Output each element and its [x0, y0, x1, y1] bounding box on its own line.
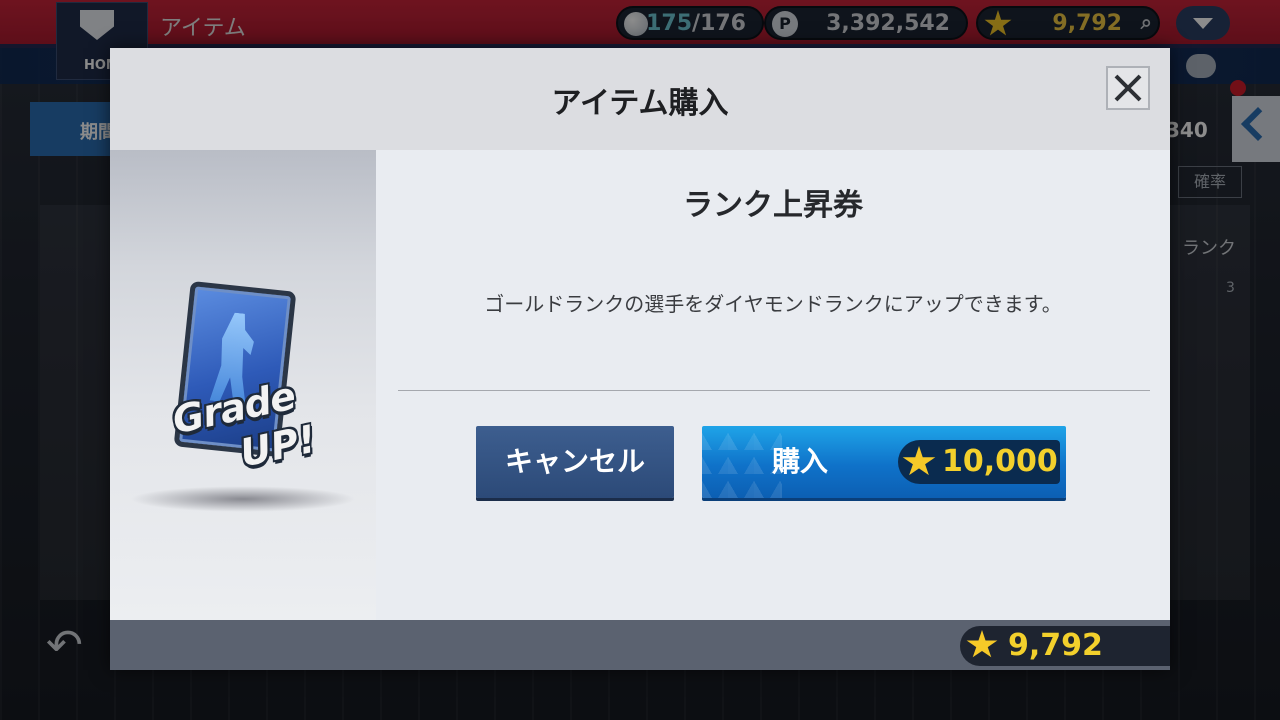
dialog-title: アイテム購入	[551, 86, 729, 121]
dialog-header: アイテム購入	[110, 48, 1170, 150]
item-image-panel: Grade UP!	[110, 150, 376, 620]
buy-button-label: 購入	[772, 445, 829, 478]
buy-button[interactable]: 購入 10,000	[702, 426, 1066, 498]
star-icon	[966, 630, 998, 658]
star-balance: 9,792	[960, 626, 1170, 666]
dialog-footer: 9,792	[110, 620, 1170, 670]
close-button[interactable]	[1106, 66, 1150, 110]
star-icon	[902, 446, 936, 476]
purchase-dialog: アイテム購入 Grade UP! ランク上昇券 ゴールドランクの選手をダイヤモン…	[110, 48, 1170, 670]
price-tag: 10,000	[898, 440, 1060, 484]
item-description: ゴールドランクの選手をダイヤモンドランクにアップできます。	[484, 292, 1062, 316]
cancel-button[interactable]: キャンセル	[476, 426, 674, 498]
buy-button-pattern	[702, 426, 782, 498]
divider	[398, 390, 1150, 391]
price-value: 10,000	[942, 444, 1058, 479]
item-shadow	[130, 486, 356, 512]
item-name: ランク上昇券	[683, 188, 863, 223]
star-balance-value: 9,792	[1008, 628, 1103, 663]
